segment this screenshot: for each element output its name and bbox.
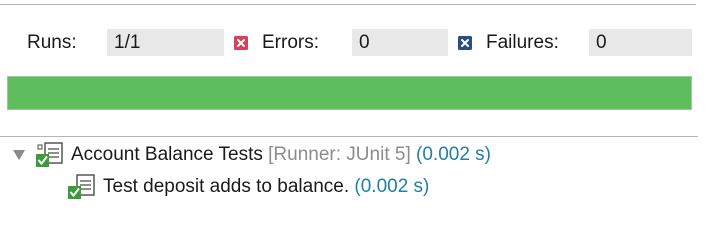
failures-value: 0 [589,29,692,56]
test-suite-passed-icon [36,142,63,167]
test-name: Test deposit adds to balance. [103,176,350,197]
errors-label: Errors: [262,32,319,53]
errors-value: 0 [352,29,448,56]
results-separator [0,136,698,137]
tree-node-suite[interactable]: Account Balance Tests [Runner: JUnit 5] … [12,142,612,168]
suite-name: Account Balance Tests [71,144,263,165]
suite-runner: [Runner: JUnit 5] [268,144,411,165]
tree-node-test[interactable]: Test deposit adds to balance. (0.002 s) [66,174,566,200]
top-separator [0,4,696,5]
runs-value: 1/1 [107,29,224,56]
failure-icon [458,36,472,50]
test-run-summary: Runs: 1/1 Errors: 0 Failures: 0 [0,28,696,58]
progress-bar-fill [8,77,691,109]
test-duration: (0.002 s) [354,176,430,197]
test-passed-icon [68,174,95,199]
error-icon [234,36,248,50]
test-progress-bar [7,76,692,110]
runs-label: Runs: [27,32,77,53]
suite-duration: (0.002 s) [416,144,491,165]
expand-toggle-icon[interactable] [12,149,26,161]
failures-label: Failures: [486,32,559,53]
